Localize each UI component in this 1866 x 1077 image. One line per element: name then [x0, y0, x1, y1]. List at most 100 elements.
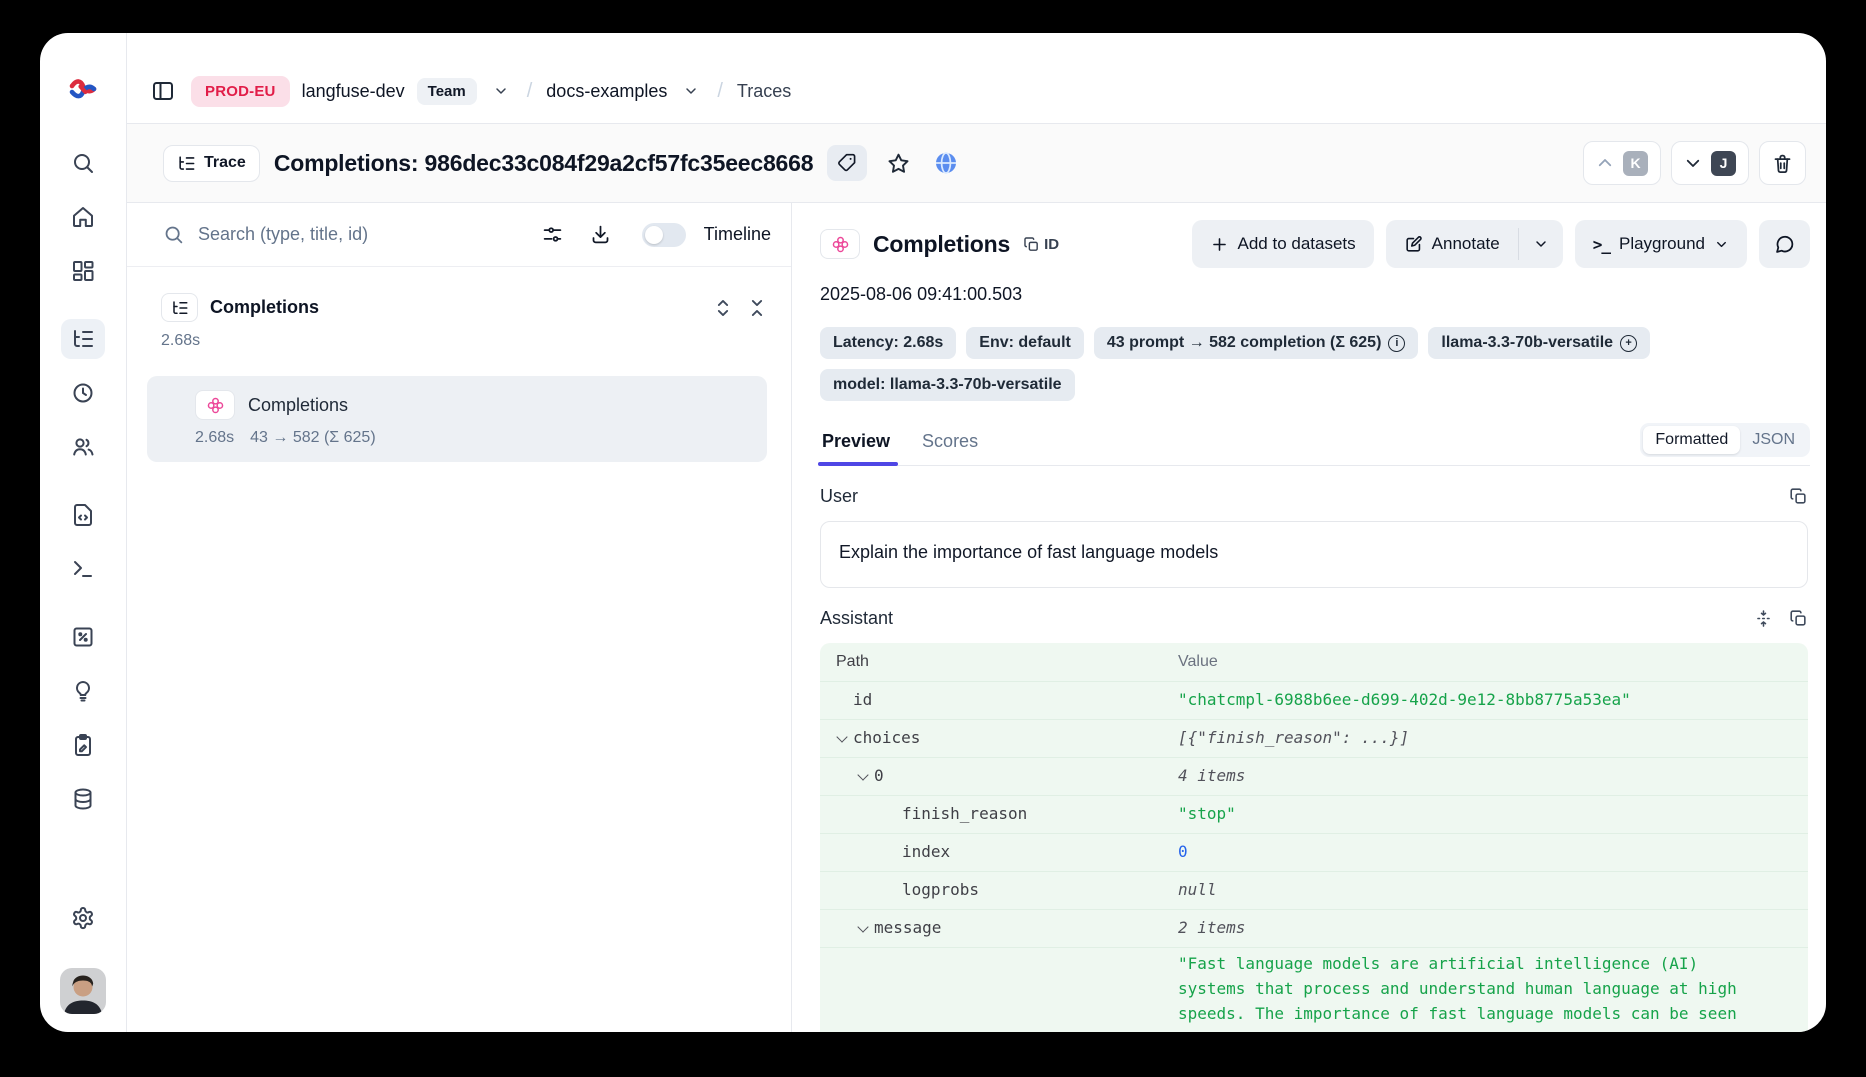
sidebar-item-tracing[interactable]	[61, 319, 105, 359]
account-avatar[interactable]	[60, 968, 106, 1014]
metadata-badge[interactable]: model: llama-3.3-70b-versatile	[820, 369, 1075, 401]
sidebar-item-evaluation[interactable]	[61, 617, 105, 657]
generation-node-selected[interactable]: Completions 2.68s 43 → 582 (Σ 625)	[147, 376, 767, 462]
copy-id-button[interactable]: ID	[1023, 236, 1059, 253]
copy-icon[interactable]	[1789, 487, 1808, 506]
public-globe-icon[interactable]	[929, 146, 963, 180]
sidebar-item-users[interactable]	[61, 427, 105, 467]
left-rail	[40, 33, 127, 1032]
json-table-row[interactable]: choices [{"finish_reason": ...}]	[820, 719, 1808, 757]
collapse-all-icon[interactable]	[747, 298, 767, 318]
breadcrumb-org[interactable]: langfuse-dev	[302, 81, 405, 102]
breadcrumb-bar: PROD-EU langfuse-dev Team / docs-example…	[127, 33, 1826, 124]
tag-icon[interactable]	[827, 145, 867, 181]
view-options-icon[interactable]	[536, 218, 570, 252]
sidebar-item-home[interactable]	[61, 197, 105, 237]
observation-detail-panel: Completions ID Add to datasets	[792, 203, 1826, 1032]
playground-button[interactable]: >_ Playground	[1575, 220, 1747, 268]
trash-icon	[1772, 153, 1793, 174]
sidebar-toggle-icon[interactable]	[147, 75, 179, 107]
user-message: Explain the importance of fast language …	[820, 521, 1808, 588]
org-type-badge: Team	[417, 78, 477, 105]
json-table-row[interactable]: finish_reason "stop"	[820, 795, 1808, 833]
tree-search-input[interactable]	[198, 224, 522, 245]
chevron-down-icon[interactable]	[856, 922, 874, 934]
trace-header-bar: Trace Completions: 986dec33c084f29a2cf57…	[127, 124, 1826, 203]
collapse-vertical-icon[interactable]	[1754, 609, 1773, 628]
json-table-row[interactable]: message 2 items	[820, 909, 1808, 947]
annotate-split-button: Annotate	[1386, 220, 1563, 268]
chevron-down-icon	[1684, 154, 1702, 172]
sidebar-item-sessions[interactable]	[61, 373, 105, 413]
generation-node-label: Completions	[248, 395, 348, 416]
trace-root-node[interactable]: Completions	[147, 293, 767, 322]
root-node-duration: 2.68s	[161, 332, 767, 350]
app-window: PROD-EU langfuse-dev Team / docs-example…	[40, 33, 1826, 1032]
metadata-badge[interactable]: Latency: 2.68s	[820, 327, 956, 359]
chevron-down-icon[interactable]	[835, 732, 853, 744]
json-table-row[interactable]: id "chatcmpl-6988b6ee-d699-402d-9e12-8bb…	[820, 681, 1808, 719]
timeline-toggle[interactable]	[642, 223, 686, 247]
star-icon[interactable]	[881, 146, 915, 180]
comments-button[interactable]	[1759, 220, 1810, 268]
tab-scores[interactable]: Scores	[920, 425, 980, 465]
org-switcher-chevron-down-icon[interactable]	[489, 79, 513, 103]
metadata-badge[interactable]: Env: default	[966, 327, 1084, 359]
download-icon[interactable]	[584, 218, 618, 252]
breadcrumb-project[interactable]: docs-examples	[546, 81, 667, 102]
langfuse-logo	[68, 77, 98, 103]
annotate-dropdown-chevron[interactable]	[1519, 220, 1563, 268]
detail-tabs: Preview Scores Formatted JSON	[820, 423, 1810, 466]
timeline-toggle-label: Timeline	[704, 224, 777, 245]
metadata-badges: Latency: 2.68s Env: default 43 prompt → …	[820, 327, 1740, 401]
breadcrumb-section[interactable]: Traces	[737, 81, 791, 102]
project-switcher-chevron-down-icon[interactable]	[679, 79, 703, 103]
trace-type-badge: Trace	[163, 145, 260, 182]
generation-duration: 2.68s	[195, 429, 234, 447]
json-table-row[interactable]: 0 4 items	[820, 757, 1808, 795]
previous-trace-button[interactable]: K	[1583, 141, 1661, 185]
generation-icon	[820, 229, 860, 259]
json-table-row[interactable]: "Fast language models are artificial int…	[820, 947, 1808, 1032]
environment-badge[interactable]: PROD-EU	[191, 76, 290, 107]
assistant-json-table: Path Value id "chatcmpl-6988b6ee-d699-40…	[820, 643, 1808, 1032]
annotate-button[interactable]: Annotate	[1386, 220, 1518, 268]
expand-all-icon[interactable]	[713, 298, 733, 318]
sidebar-item-datasets[interactable]	[61, 779, 105, 819]
chevron-down-icon	[1714, 237, 1729, 252]
metadata-badge[interactable]: 43 prompt → 582 completion (Σ 625)i	[1094, 327, 1419, 359]
comment-bubble-icon	[1774, 234, 1795, 255]
tab-preview[interactable]: Preview	[820, 425, 892, 465]
observation-title: Completions	[873, 231, 1010, 258]
root-node-label: Completions	[210, 297, 319, 318]
sidebar-item-annotation-queues[interactable]	[61, 725, 105, 765]
breadcrumb-separator: /	[525, 80, 535, 103]
tree-search-row: Timeline	[127, 203, 791, 267]
badge-icon: +	[1620, 335, 1637, 352]
sidebar-item-prompts[interactable]	[61, 495, 105, 535]
json-table-row[interactable]: logprobs null	[820, 871, 1808, 909]
list-tree-icon	[177, 154, 196, 173]
metadata-badge[interactable]: llama-3.3-70b-versatile+	[1428, 327, 1650, 359]
format-option-json[interactable]: JSON	[1740, 426, 1807, 454]
list-tree-icon	[161, 293, 198, 322]
next-trace-button[interactable]: J	[1671, 141, 1749, 185]
sidebar-item-dashboards[interactable]	[61, 251, 105, 291]
json-table-row[interactable]: index 0	[820, 833, 1808, 871]
chevron-down-icon[interactable]	[856, 770, 874, 782]
sidebar-item-insights[interactable]	[61, 671, 105, 711]
json-table-header: Path Value	[820, 643, 1808, 681]
generation-icon	[195, 390, 235, 420]
sidebar-item-playground[interactable]	[61, 549, 105, 589]
format-option-formatted[interactable]: Formatted	[1643, 426, 1740, 454]
sidebar-item-settings[interactable]	[61, 898, 105, 938]
generation-token-usage: 43 → 582 (Σ 625)	[250, 429, 376, 447]
column-header-value: Value	[1178, 643, 1808, 679]
breadcrumb-separator: /	[715, 80, 725, 103]
add-to-datasets-button[interactable]: Add to datasets	[1192, 220, 1374, 268]
sidebar-item-search[interactable]	[61, 143, 105, 183]
copy-icon	[1023, 236, 1040, 253]
delete-trace-button[interactable]	[1759, 141, 1806, 185]
io-preview-area: User Explain the importance of fast lang…	[820, 466, 1810, 1032]
copy-icon[interactable]	[1789, 609, 1808, 628]
